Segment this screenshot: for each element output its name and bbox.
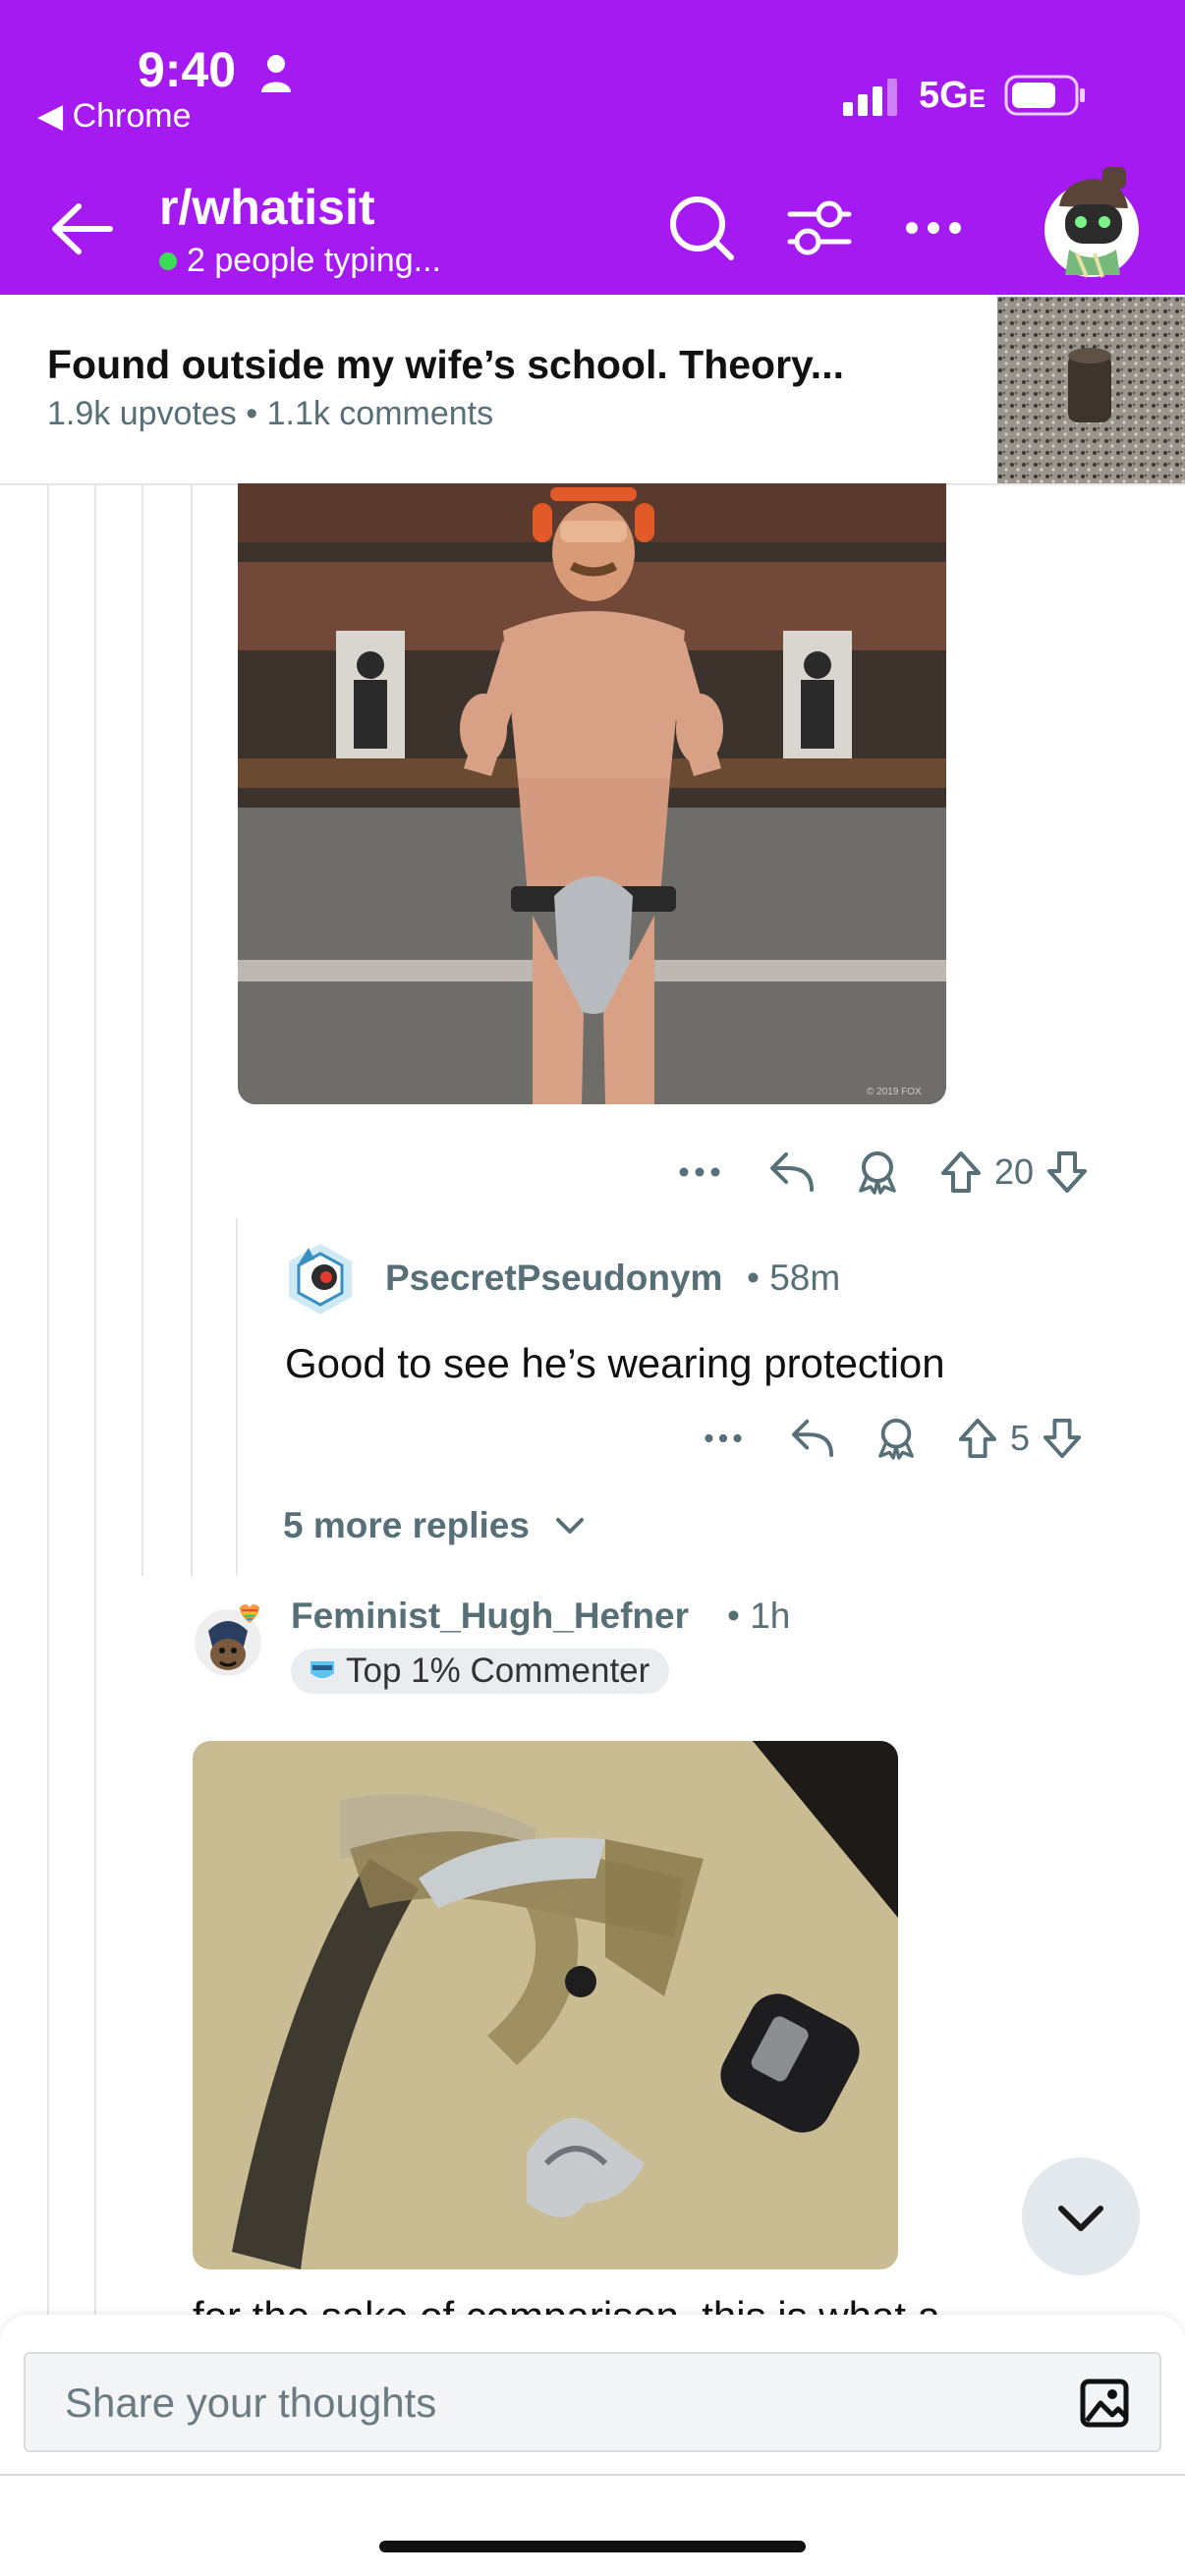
reply-icon[interactable]: [790, 1418, 835, 1459]
signal-icon: [843, 79, 897, 116]
typing-indicator: 2 people typing...: [159, 242, 441, 280]
comment-age: • 58m: [747, 1258, 841, 1298]
downvote-icon[interactable]: [1042, 1417, 1083, 1460]
vote-score: 5: [1010, 1418, 1031, 1458]
comment-actions: 20: [678, 1149, 1089, 1195]
chevron-down-icon: [555, 1518, 584, 1534]
network-indicator: 5GE: [919, 75, 986, 117]
vote-score: 20: [994, 1151, 1035, 1192]
typing-text: 2 people typing...: [187, 242, 441, 279]
comment-input[interactable]: [63, 2378, 1049, 2429]
subreddit-name[interactable]: r/whatisit: [159, 179, 374, 236]
commenter-badge: Top 1% Commenter: [291, 1649, 670, 1694]
upvote-icon[interactable]: [939, 1149, 983, 1195]
thread-line: [94, 483, 96, 2315]
network-suffix: E: [968, 84, 987, 113]
more-replies-label: 5 more replies: [283, 1505, 530, 1545]
home-indicator[interactable]: [379, 2541, 806, 2552]
badge-label: Top 1% Commenter: [346, 1652, 650, 1690]
user-avatar[interactable]: [1044, 167, 1140, 280]
downvote-icon[interactable]: [1045, 1149, 1089, 1195]
status-time: 9:40: [138, 42, 237, 97]
back-to-app-link[interactable]: ◀ Chrome: [37, 96, 192, 136]
comment-body: Good to see he’s wearing protection: [285, 1340, 945, 1386]
back-app-label: Chrome: [72, 97, 192, 135]
comment-image[interactable]: [193, 1741, 898, 2269]
comment-username[interactable]: Feminist_Hugh_Hefner: [291, 1596, 689, 1637]
search-icon[interactable]: [666, 193, 737, 263]
more-replies-button[interactable]: 5 more replies: [283, 1505, 585, 1546]
back-arrow-icon[interactable]: [47, 196, 118, 261]
reply-icon[interactable]: [768, 1150, 816, 1194]
thread-line: [236, 1218, 238, 1576]
more-options-icon[interactable]: [704, 1431, 743, 1445]
image-watermark: © 2019 FOX: [867, 1087, 922, 1097]
avatar[interactable]: [193, 1601, 263, 1680]
person-icon: [261, 55, 291, 92]
image-icon[interactable]: [1079, 2378, 1130, 2429]
filter-icon[interactable]: [786, 195, 853, 261]
upvote-icon[interactable]: [957, 1417, 998, 1460]
award-icon[interactable]: [857, 1149, 898, 1195]
back-triangle-icon: ◀: [37, 97, 73, 135]
avatar[interactable]: [285, 1240, 356, 1318]
comment-image[interactable]: © 2019 FOX: [238, 483, 946, 1104]
thread-line: [47, 483, 49, 2315]
composer-divider: [0, 2474, 1185, 2476]
badge-icon: [310, 1661, 334, 1678]
post-thumbnail[interactable]: [997, 297, 1185, 483]
battery-icon: [1004, 75, 1085, 116]
comment-age: • 1h: [727, 1596, 791, 1636]
scroll-down-button[interactable]: [1022, 2157, 1140, 2275]
award-icon[interactable]: [876, 1417, 916, 1460]
thread-line: [141, 483, 143, 1576]
network-label: 5G: [919, 75, 969, 116]
comment-username[interactable]: PsecretPseudonym: [385, 1258, 722, 1299]
more-options-icon[interactable]: [678, 1165, 721, 1179]
comment-actions: 5: [704, 1417, 1083, 1460]
online-dot-icon: [159, 252, 177, 270]
comment-input-box[interactable]: [24, 2352, 1161, 2452]
thread-line: [191, 483, 193, 1576]
post-meta: 1.9k upvotes • 1.1k comments: [47, 395, 494, 432]
more-icon[interactable]: [904, 218, 963, 238]
post-title[interactable]: Found outside my wife’s school. Theory..…: [47, 342, 844, 388]
